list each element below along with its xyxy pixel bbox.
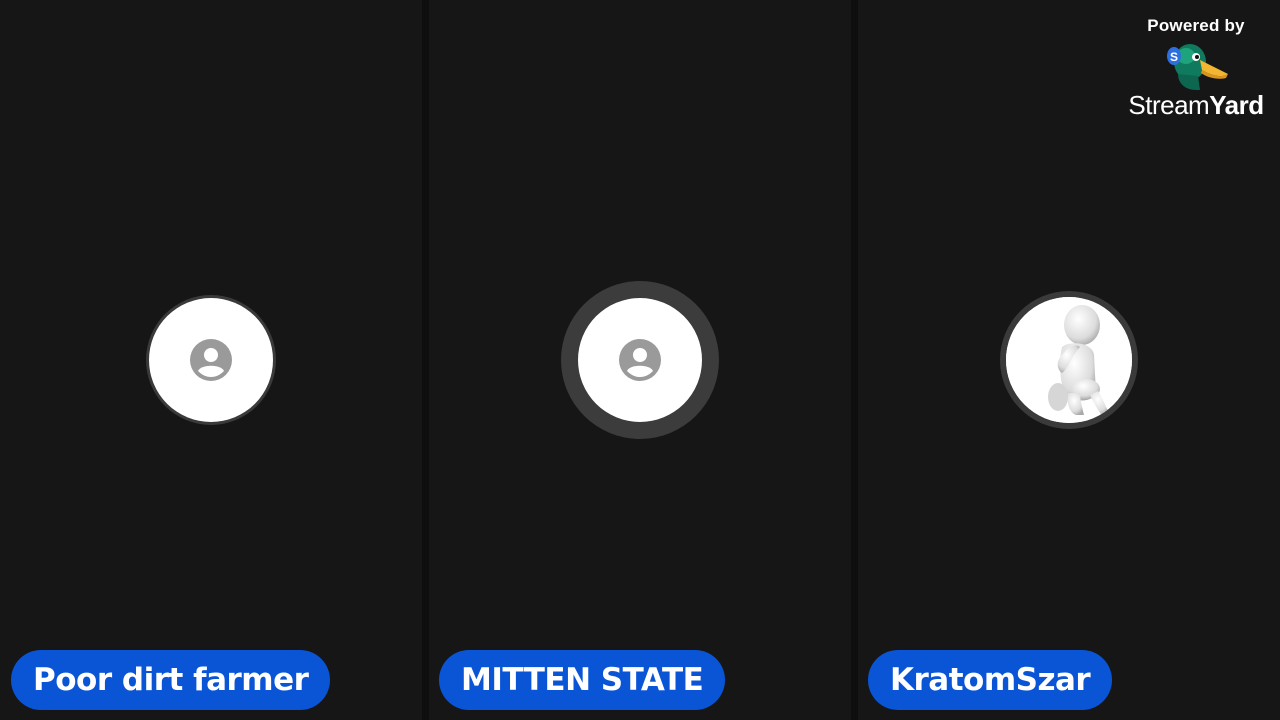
avatar bbox=[1006, 297, 1132, 423]
avatar-ring bbox=[1000, 291, 1138, 429]
participant-tile: MITTEN STATE bbox=[429, 0, 851, 720]
stream-canvas: Poor dirt farmer MITTEN STATE KratomSzar… bbox=[0, 0, 1280, 720]
thinking-figure-image bbox=[1006, 297, 1132, 423]
avatar bbox=[578, 298, 702, 422]
default-user-icon bbox=[190, 339, 232, 381]
avatar bbox=[149, 298, 273, 422]
participant-name: Poor dirt farmer bbox=[11, 650, 331, 710]
participant-name: KratomSzar bbox=[868, 650, 1113, 710]
participant-name: MITTEN STATE bbox=[439, 650, 726, 710]
duck-mascot-icon: S bbox=[1156, 40, 1236, 92]
wordmark-yard: Yard bbox=[1209, 90, 1264, 120]
svg-text:S: S bbox=[1170, 50, 1178, 64]
default-user-icon bbox=[619, 339, 661, 381]
streamyard-watermark: Powered by S StreamYard bbox=[1126, 16, 1266, 121]
speaking-indicator-ring bbox=[561, 281, 719, 439]
streamyard-wordmark: StreamYard bbox=[1126, 90, 1266, 121]
powered-by-label: Powered by bbox=[1147, 16, 1245, 35]
wordmark-stream: Stream bbox=[1128, 90, 1210, 120]
participant-tile: Poor dirt farmer bbox=[0, 0, 422, 720]
avatar-ring bbox=[146, 295, 276, 425]
